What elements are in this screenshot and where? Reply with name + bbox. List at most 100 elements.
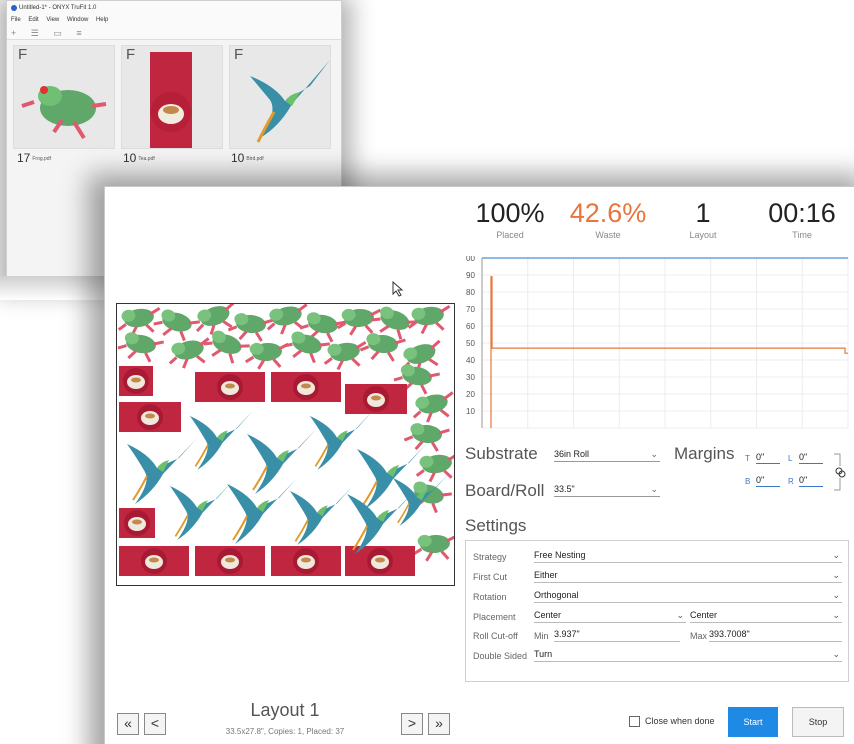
grid-view-icon[interactable]: ▭ xyxy=(53,28,62,38)
add-icon[interactable]: + xyxy=(11,28,16,38)
bird-item xyxy=(247,428,317,494)
placement-select-2[interactable]: Center ⌄ xyxy=(690,610,842,623)
progress-chart: 00 90 80 70 60 50 40 30 20 10 xyxy=(466,256,849,429)
file-name: Bird.pdf xyxy=(246,155,264,162)
margin-left-input[interactable]: 0" xyxy=(799,452,823,464)
frog-item xyxy=(168,337,210,369)
menu-view[interactable]: View xyxy=(46,17,59,23)
prev-layout-button[interactable]: < xyxy=(144,713,166,735)
chart-y-ticks: 00 90 80 70 60 50 40 30 20 10 xyxy=(466,256,475,416)
sort-icon[interactable]: ≡ xyxy=(76,28,81,38)
stat-label: Placed xyxy=(496,230,524,240)
margin-bottom-input[interactable]: 0" xyxy=(756,475,780,487)
rotation-select[interactable]: Orthogonal ⌄ xyxy=(534,590,842,603)
frog-item xyxy=(412,534,454,562)
margin-left-label: L xyxy=(788,454,793,463)
tea-item xyxy=(195,372,265,402)
y-tick-label: 20 xyxy=(466,390,475,399)
tea-item xyxy=(119,508,155,538)
frog-item xyxy=(117,332,165,363)
back-window-titlebar: Untitled-1* - ONYX TruFit 1.0 xyxy=(7,1,341,15)
chevron-down-icon: ⌄ xyxy=(676,610,684,620)
flag-label: F xyxy=(18,46,28,63)
substrate-label: Substrate xyxy=(465,444,538,463)
settings-title: Settings xyxy=(465,516,527,535)
tea-item xyxy=(119,546,189,576)
y-tick-label: 90 xyxy=(466,271,475,280)
close-when-done-label: Close when done xyxy=(645,716,715,726)
tea-thumbnail xyxy=(150,52,192,148)
first-cut-select[interactable]: Either ⌄ xyxy=(534,570,842,583)
last-layout-button[interactable]: » xyxy=(428,713,450,735)
list-view-icon[interactable]: ☰ xyxy=(31,28,39,38)
flag-label: F xyxy=(234,46,244,63)
margin-right-label: R xyxy=(788,477,794,486)
stat-value: 42.6% xyxy=(569,198,647,228)
placement-select-1[interactable]: Center ⌄ xyxy=(534,610,686,623)
roll-cutoff-label: Roll Cut-off xyxy=(473,631,518,641)
job-card-bird[interactable]: F xyxy=(229,45,331,149)
double-sided-value: Turn xyxy=(534,649,553,659)
copy-count: 17 xyxy=(17,151,31,165)
job-card-tea[interactable]: F xyxy=(121,45,223,149)
board-roll-select[interactable]: 33.5" ⌄ xyxy=(554,483,660,497)
link-margins-icon[interactable] xyxy=(832,452,846,492)
board-roll-label: Board/Roll xyxy=(465,481,545,500)
chevron-down-icon: ⌄ xyxy=(650,449,658,459)
tea-item xyxy=(195,546,265,576)
bird-item xyxy=(290,485,353,545)
stat-value: 100% xyxy=(475,198,545,228)
app-logo-icon xyxy=(11,5,17,11)
job-info-tea: 10 Tea.pdf xyxy=(123,151,155,165)
stat-label: Time xyxy=(792,230,812,240)
tea-item xyxy=(271,372,341,402)
y-tick-label: 00 xyxy=(466,256,475,263)
double-sided-select[interactable]: Turn ⌄ xyxy=(534,649,842,662)
waste-series-line xyxy=(490,276,848,428)
substrate-select[interactable]: 36in Roll ⌄ xyxy=(554,448,660,462)
stop-button[interactable]: Stop xyxy=(792,707,844,737)
frog-thumbnail xyxy=(21,86,107,140)
placement-value-2: Center xyxy=(690,610,718,620)
rotation-value: Orthogonal xyxy=(534,590,579,600)
margin-right-input[interactable]: 0" xyxy=(799,475,823,487)
menu-file[interactable]: File xyxy=(11,17,21,23)
first-cut-value: Either xyxy=(534,570,558,580)
first-cut-label: First Cut xyxy=(473,572,508,582)
placement-label: Placement xyxy=(473,612,516,622)
margin-top-input[interactable]: 0" xyxy=(756,452,780,464)
y-tick-label: 40 xyxy=(466,356,475,365)
start-button[interactable]: Start xyxy=(728,707,778,737)
copy-count: 10 xyxy=(231,151,245,165)
roll-cutoff-min-input[interactable]: 3.937" xyxy=(554,629,680,642)
chevron-down-icon: ⌄ xyxy=(832,649,840,659)
job-info-bird: 10 Bird.pdf xyxy=(231,151,264,165)
frog-item xyxy=(153,309,200,342)
strategy-select[interactable]: Free Nesting ⌄ xyxy=(534,550,842,563)
menu-window[interactable]: Window xyxy=(67,17,88,23)
window-shadow xyxy=(0,276,104,300)
stat-value: 1 xyxy=(695,198,711,228)
stat-label: Layout xyxy=(689,230,717,240)
menu-help[interactable]: Help xyxy=(96,17,108,23)
chevron-down-icon: ⌄ xyxy=(832,590,840,600)
tea-item xyxy=(119,366,153,396)
flag-label: F xyxy=(126,46,136,63)
job-card-frog[interactable]: F xyxy=(13,45,115,149)
next-layout-button[interactable]: > xyxy=(401,713,423,735)
screen: Untitled-1* - ONYX TruFit 1.0 File Edit … xyxy=(0,0,854,744)
stat-value: 00:16 xyxy=(768,198,836,228)
frog-item xyxy=(283,331,330,364)
roll-cutoff-max-input[interactable]: 393.7008" xyxy=(709,629,842,642)
copy-count: 10 xyxy=(123,151,137,165)
roll-cutoff-max-label: Max xyxy=(690,631,708,641)
close-when-done-checkbox[interactable] xyxy=(629,716,640,727)
strategy-label: Strategy xyxy=(473,552,507,562)
menu-edit[interactable]: Edit xyxy=(28,17,38,23)
stat-placed: 100% Placed xyxy=(468,198,552,240)
first-layout-button[interactable]: « xyxy=(117,713,139,735)
margins-label: Margins xyxy=(674,444,735,463)
chevron-down-icon: ⌄ xyxy=(832,610,840,620)
layout-preview[interactable] xyxy=(116,303,455,586)
chevron-down-icon: ⌄ xyxy=(832,570,840,580)
